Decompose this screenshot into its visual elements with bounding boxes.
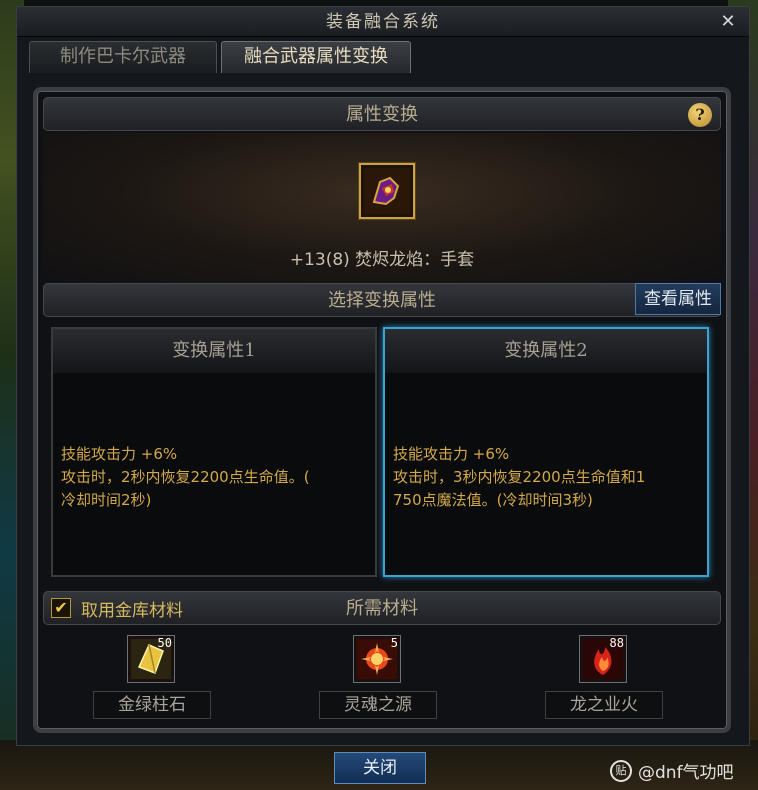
option-line: 技能攻击力 +6%: [61, 445, 178, 463]
option-line: 攻击时，2秒内恢复2200点生命值。(: [61, 468, 310, 486]
close-button[interactable]: 关闭: [334, 752, 426, 784]
select-attribute-header: 选择变换属性: [43, 283, 721, 317]
material-item: 88 龙之业火: [545, 635, 663, 721]
item-slot[interactable]: [359, 163, 415, 219]
option-line: 750点魔法值。(冷却时间3秒): [393, 491, 593, 509]
use-vault-materials-toggle[interactable]: ✔ 取用金库材料: [51, 597, 183, 621]
material-name: 金绿柱石: [93, 691, 211, 719]
tieba-logo-icon: 贴: [610, 759, 632, 782]
attribute-option-2[interactable]: 变换属性2 技能攻击力 +6% 攻击时，3秒内恢复2200点生命值和1 750点…: [383, 327, 709, 577]
option-description: 技能攻击力 +6% 攻击时，2秒内恢复2200点生命值。( 冷却时间2秒): [61, 443, 365, 512]
option-line: 攻击时，3秒内恢复2200点生命值和1: [393, 468, 646, 486]
window-title: 装备融合系统: [17, 7, 749, 37]
material-slot[interactable]: 5: [353, 635, 401, 683]
tab-fusion-attribute-transform[interactable]: 融合武器属性变换: [221, 41, 411, 73]
material-item: 50 金绿柱石: [93, 635, 211, 721]
checkbox[interactable]: ✔: [51, 598, 71, 618]
material-name: 龙之业火: [545, 691, 663, 719]
item-name: +13(8) 焚烬龙焰：手套: [289, 250, 475, 270]
select-attribute-title: 选择变换属性: [328, 290, 436, 311]
help-icon[interactable]: ?: [688, 103, 712, 127]
option-line: 冷却时间2秒): [61, 491, 152, 509]
watermark: 贴 @dnf气功吧: [610, 758, 734, 783]
material-slot[interactable]: 50: [127, 635, 175, 683]
material-quantity: 50: [157, 636, 172, 650]
material-quantity: 5: [390, 636, 398, 650]
material-slot[interactable]: 88: [579, 635, 627, 683]
dragon-gauntlet-icon: [364, 168, 410, 214]
material-quantity: 88: [609, 636, 624, 650]
checkbox-label: 取用金库材料: [81, 600, 183, 621]
attribute-transform-title: 属性变换: [346, 104, 418, 125]
equipment-fusion-window: 装备融合系统 ✕ 制作巴卡尔武器 融合武器属性变换 属性变换 ? +13(8) …: [16, 6, 750, 746]
attribute-transform-header: 属性变换 ?: [43, 97, 721, 131]
option-line: 技能攻击力 +6%: [393, 445, 510, 463]
material-name: 灵魂之源: [319, 691, 437, 719]
attribute-option-1[interactable]: 变换属性1 技能攻击力 +6% 攻击时，2秒内恢复2200点生命值。( 冷却时间…: [51, 327, 377, 577]
close-icon[interactable]: ✕: [717, 11, 739, 33]
tab-make-bakal-weapon[interactable]: 制作巴卡尔武器: [29, 41, 217, 73]
material-item: 5 灵魂之源: [319, 635, 437, 721]
item-display: +13(8) 焚烬龙焰：手套: [43, 133, 721, 283]
option-description: 技能攻击力 +6% 攻击时，3秒内恢复2200点生命值和1 750点魔法值。(冷…: [393, 443, 697, 512]
option-title: 变换属性1: [53, 329, 375, 373]
view-attributes-button[interactable]: 查看属性: [635, 283, 721, 315]
watermark-text: @dnf气功吧: [638, 763, 734, 783]
option-title: 变换属性2: [385, 329, 707, 373]
main-panel: 属性变换 ? +13(8) 焚烬龙焰：手套 选择变换属性 查看属性 变换属性1 …: [33, 87, 731, 733]
materials-title: 所需材料: [346, 598, 418, 619]
